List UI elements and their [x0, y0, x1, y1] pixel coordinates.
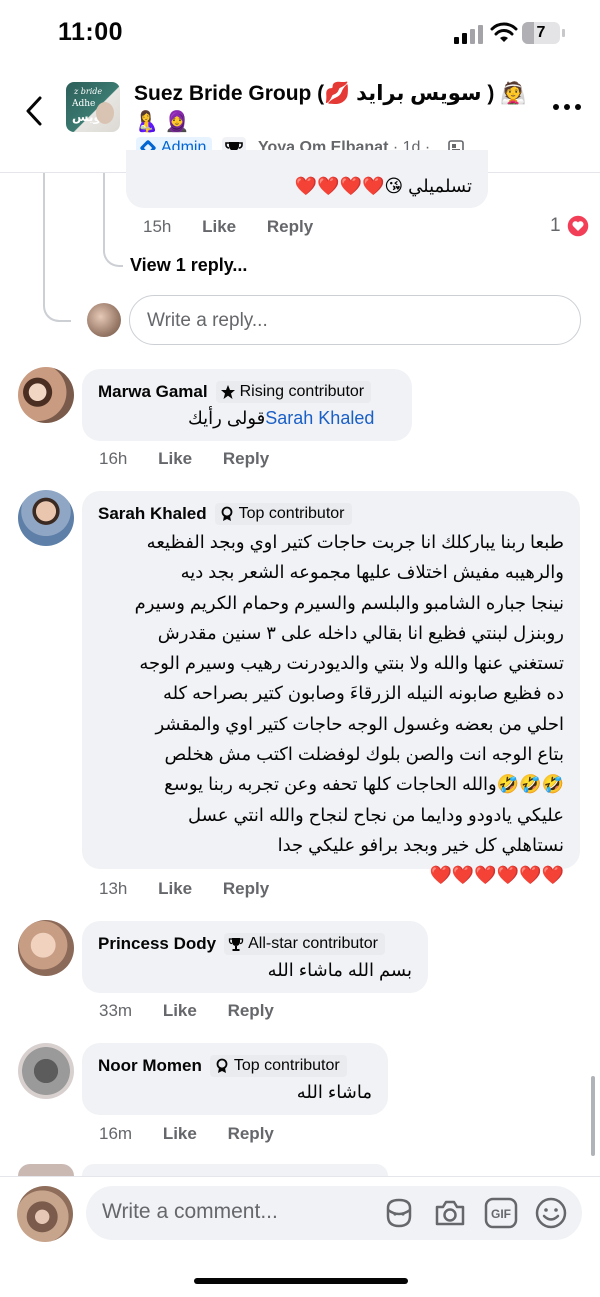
comment-body: قولى رأيك: [188, 408, 266, 428]
comment-line: بتاع الوجه انت والصن بلوك لوفضلت اكتب مش…: [164, 744, 564, 765]
group-avatar-text-1: z bride: [74, 87, 103, 96]
like-button[interactable]: Like: [158, 879, 192, 898]
comment-line: روبنزل لبنتي فظيع انا بقالي داخله على ٣ …: [157, 622, 564, 643]
next-comment-avatar-clipped: [18, 1164, 74, 1176]
trophy-icon: [228, 938, 244, 951]
comment-bubble: Princess Dody All-star contributor بسم ا…: [82, 921, 428, 993]
like-button[interactable]: Like: [163, 1124, 197, 1143]
comment-text: ماشاء الله: [296, 1082, 372, 1102]
badge-label: Rising contributor: [239, 383, 365, 400]
battery-label: 7: [536, 24, 546, 41]
wifi-icon: [490, 22, 518, 42]
comment-actions: 16m Like Reply: [99, 1124, 300, 1144]
comment-line: نستاهلي كل خير وبجد برافو عليكي جدا: [277, 834, 564, 855]
comment-line: والرهيبه مفيش اختلاف عليها مجموعه الشعر …: [180, 562, 564, 583]
badge-label: Top contributor: [233, 1057, 340, 1074]
comment-bubble: Sarah Khaled Top contributor طبعا ربنا ي…: [82, 491, 580, 885]
current-user-avatar[interactable]: [17, 1186, 73, 1242]
reply-time: 15h: [143, 217, 172, 236]
commenter-name[interactable]: Marwa Gamal: [98, 382, 208, 402]
contributor-badge: Rising contributor: [215, 381, 372, 403]
contributor-badge: Top contributor: [214, 503, 352, 525]
reply-reply-button[interactable]: Reply: [267, 217, 313, 236]
composer-divider: [0, 1176, 600, 1177]
avatar-sarah-khaled[interactable]: [18, 490, 74, 546]
group-name-emoji-line2: 🤱 🧕: [134, 111, 190, 133]
comment-text: قولى رأيكSarah Khaled: [188, 404, 374, 433]
comment-time: 13h: [99, 879, 128, 898]
medal-icon: [216, 1058, 228, 1073]
more-options-icon[interactable]: [553, 104, 583, 112]
reply-actions: 15h Like Reply: [143, 217, 339, 237]
thread-curve-outer-2: [43, 270, 71, 322]
group-avatar[interactable]: z bride Adhe سويس: [66, 82, 120, 132]
contributor-badge: All-star contributor: [224, 933, 385, 955]
contributor-badge: Top contributor: [209, 1055, 347, 1077]
comment-line: احلي من بعضه وغسول الوجه حاجات كتير اوي …: [155, 713, 565, 734]
view-replies-link[interactable]: View 1 reply...: [130, 255, 247, 276]
avatar-marwa-gamal[interactable]: [18, 367, 74, 423]
mention-link[interactable]: Sarah Khaled: [265, 408, 374, 428]
group-name-text: Suez Bride Group (💋 سويس برايد ) 👰: [134, 82, 527, 105]
comment-text: طبعا ربنا يباركلك انا جربت حاجات كتير او…: [94, 527, 564, 891]
comment-bubble: Marwa Gamal Rising contributor قولى رأيك…: [82, 369, 412, 441]
gif-icon[interactable]: GIF: [484, 1197, 518, 1229]
commenter-name[interactable]: Noor Momen: [98, 1056, 202, 1076]
thread-line-inner: [103, 173, 105, 249]
comment-input-placeholder: Write a comment...: [102, 1200, 278, 1223]
status-time: 11:00: [58, 18, 124, 46]
badge-label: All-star contributor: [248, 935, 378, 952]
heart-reaction-icon[interactable]: [566, 214, 590, 238]
comment-line: طبعا ربنا يباركلك انا جربت حاجات كتير او…: [146, 532, 564, 552]
comment-line: نينجا جباره الشامبو والبلسم والسيرم وحما…: [134, 592, 564, 613]
comment-time: 16h: [99, 449, 128, 468]
reply-like-button[interactable]: Like: [202, 217, 236, 236]
comment-line: 🤣🤣🤣والله الحاجات كلها تحفه وعن تجربه ربن…: [164, 774, 564, 795]
star-icon: [220, 385, 235, 399]
comment-time: 33m: [99, 1001, 133, 1020]
comment-line: ده فظيع صابونه النيله الزرقاءَ وصابون كت…: [162, 683, 564, 704]
group-avatar-face: [96, 102, 114, 124]
reply-bubble: تسلميلي 😘❤️❤️❤️❤️: [126, 150, 488, 208]
home-indicator[interactable]: [194, 1278, 408, 1284]
thread-curve-inner: [103, 240, 123, 267]
battery-tip: [562, 29, 565, 37]
comment-bubble: Noor Momen Top contributor ماشاء الله: [82, 1043, 388, 1115]
like-button[interactable]: Like: [163, 1001, 197, 1020]
next-comment-bubble-clipped: [82, 1164, 388, 1176]
comment-actions: 16h Like Reply: [99, 449, 295, 469]
group-avatar-text-2: Adhe: [72, 99, 96, 109]
camera-icon[interactable]: [433, 1197, 467, 1229]
comment-text: بسم الله ماشاء الله: [267, 960, 412, 980]
comment-actions: 13h Like Reply: [99, 879, 295, 899]
reply-button[interactable]: Reply: [228, 1124, 274, 1143]
back-arrow-icon[interactable]: [22, 94, 48, 128]
reply-button[interactable]: Reply: [228, 1001, 274, 1020]
scrollbar[interactable]: [591, 1076, 595, 1156]
badge-label: Top contributor: [238, 505, 345, 522]
svg-text:GIF: GIF: [491, 1207, 511, 1221]
reply-button[interactable]: Reply: [223, 449, 269, 468]
avatar-princess-dody[interactable]: [18, 920, 74, 976]
comment-line: عليكي يادودو ودايما من نجاح لنجاح والله …: [188, 804, 564, 825]
avatar-noor-momen[interactable]: [18, 1043, 74, 1099]
comment-time: 16m: [99, 1124, 133, 1143]
commenter-name[interactable]: Princess Dody: [98, 934, 216, 954]
cellular-signal-icon: [454, 24, 484, 44]
reaction-count[interactable]: 1: [550, 215, 561, 237]
avatar-sticker-icon[interactable]: [382, 1196, 416, 1230]
comment-line: تستغني عنها والله ولا بنتي والديودرنت ره…: [139, 653, 564, 674]
commenter-name[interactable]: Sarah Khaled: [98, 504, 207, 524]
emoji-icon[interactable]: [534, 1196, 568, 1230]
current-user-avatar-small: [87, 303, 121, 337]
reply-button[interactable]: Reply: [223, 879, 269, 898]
like-button[interactable]: Like: [158, 449, 192, 468]
group-name[interactable]: Suez Bride Group (💋 سويس برايد ) 👰 🤰: [134, 80, 534, 136]
medal-icon: [221, 506, 233, 521]
comment-actions: 33m Like Reply: [99, 1001, 300, 1021]
reply-input-placeholder: Write a reply...: [147, 310, 268, 331]
reply-text: تسلميلي 😘❤️❤️❤️❤️: [294, 176, 472, 196]
